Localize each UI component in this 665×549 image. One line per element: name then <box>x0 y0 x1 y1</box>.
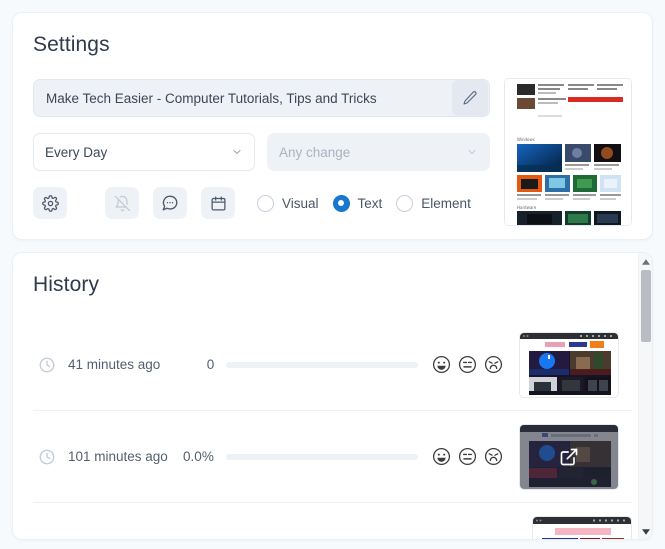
bell-off-icon <box>114 195 130 211</box>
table-row[interactable]: 101 minutes ago 0.0% <box>33 411 632 503</box>
triangle-down-icon <box>642 529 650 535</box>
radio-element-dot <box>396 194 414 212</box>
clock-icon <box>39 449 55 464</box>
settings-card: Settings Make Tech Easier - Computer Tut… <box>12 12 653 240</box>
scrollbar-up-button[interactable] <box>639 255 652 269</box>
radio-text[interactable]: Text <box>332 194 383 212</box>
chevron-down-icon <box>233 150 241 154</box>
comment-button[interactable] <box>153 187 187 219</box>
thumbnail-hover-overlay[interactable] <box>519 424 618 489</box>
frequency-select-value: Every Day <box>45 144 108 160</box>
neutral-face-icon[interactable] <box>458 355 477 374</box>
neutral-face-icon[interactable] <box>458 447 477 466</box>
happy-face-icon[interactable] <box>432 447 451 466</box>
app-root: Settings Make Tech Easier - Computer Tut… <box>0 0 665 549</box>
preview-render: Windows Hardware <box>505 79 631 225</box>
radio-text-dot <box>332 194 350 212</box>
radio-element[interactable]: Element <box>396 194 471 212</box>
svg-text:Hardware: Hardware <box>517 205 537 210</box>
history-title: History <box>33 273 100 296</box>
settings-gear-button[interactable] <box>33 187 67 219</box>
notifications-muted-button[interactable] <box>105 187 139 219</box>
history-time: 101 minutes ago <box>68 449 168 464</box>
external-link-icon <box>560 448 578 465</box>
clock-icon <box>39 357 55 372</box>
radio-visual-label: Visual <box>282 195 319 211</box>
reaction-group <box>432 447 503 466</box>
edit-title-button[interactable] <box>452 80 488 116</box>
snapshot-thumbnail[interactable] <box>518 423 619 490</box>
snapshot-thumbnail[interactable] <box>532 516 632 539</box>
radio-visual[interactable]: Visual <box>257 194 319 212</box>
snapshot-render <box>520 332 619 397</box>
monitor-title-field[interactable]: Make Tech Easier - Computer Tutorials, T… <box>33 79 490 117</box>
radio-element-label: Element <box>421 195 471 211</box>
snapshot-thumbnail[interactable] <box>519 331 620 398</box>
pencil-icon <box>463 91 477 105</box>
svg-text:Windows: Windows <box>517 137 535 142</box>
radio-visual-dot <box>257 194 274 212</box>
condition-select[interactable]: Any change <box>267 133 490 171</box>
sad-face-icon[interactable] <box>484 447 503 466</box>
mode-radio-group: Visual Text Element <box>257 194 485 212</box>
history-scrollbar[interactable] <box>638 253 652 539</box>
radio-text-label: Text <box>357 195 383 211</box>
history-value: 0.0% <box>183 449 214 464</box>
monitor-title-text: Make Tech Easier - Computer Tutorials, T… <box>46 90 377 106</box>
chat-bubble-icon <box>162 195 178 211</box>
triangle-up-icon <box>642 259 650 265</box>
table-row[interactable] <box>33 503 632 539</box>
history-progress-bar <box>225 453 418 460</box>
condition-select-value: Any change <box>279 144 351 160</box>
table-row[interactable]: 41 minutes ago 0 <box>33 319 632 411</box>
sad-face-icon[interactable] <box>484 355 503 374</box>
settings-title: Settings <box>33 33 110 56</box>
history-progress-bar <box>226 361 419 368</box>
history-value: 0 <box>206 357 215 372</box>
snapshot-render <box>533 517 631 539</box>
calendar-icon <box>210 195 226 211</box>
history-card: History 41 minutes ago 0 101 minutes ago… <box>12 252 653 540</box>
history-time: 41 minutes ago <box>68 357 161 372</box>
chevron-down-icon <box>468 150 476 154</box>
scrollbar-down-button[interactable] <box>639 525 652 539</box>
gear-icon <box>41 194 59 212</box>
frequency-select[interactable]: Every Day <box>33 133 255 171</box>
happy-face-icon[interactable] <box>432 355 451 374</box>
reaction-group <box>432 355 503 374</box>
website-preview-thumbnail[interactable]: Windows Hardware <box>504 78 632 226</box>
scrollbar-thumb[interactable] <box>641 270 651 342</box>
schedule-button[interactable] <box>201 187 235 219</box>
